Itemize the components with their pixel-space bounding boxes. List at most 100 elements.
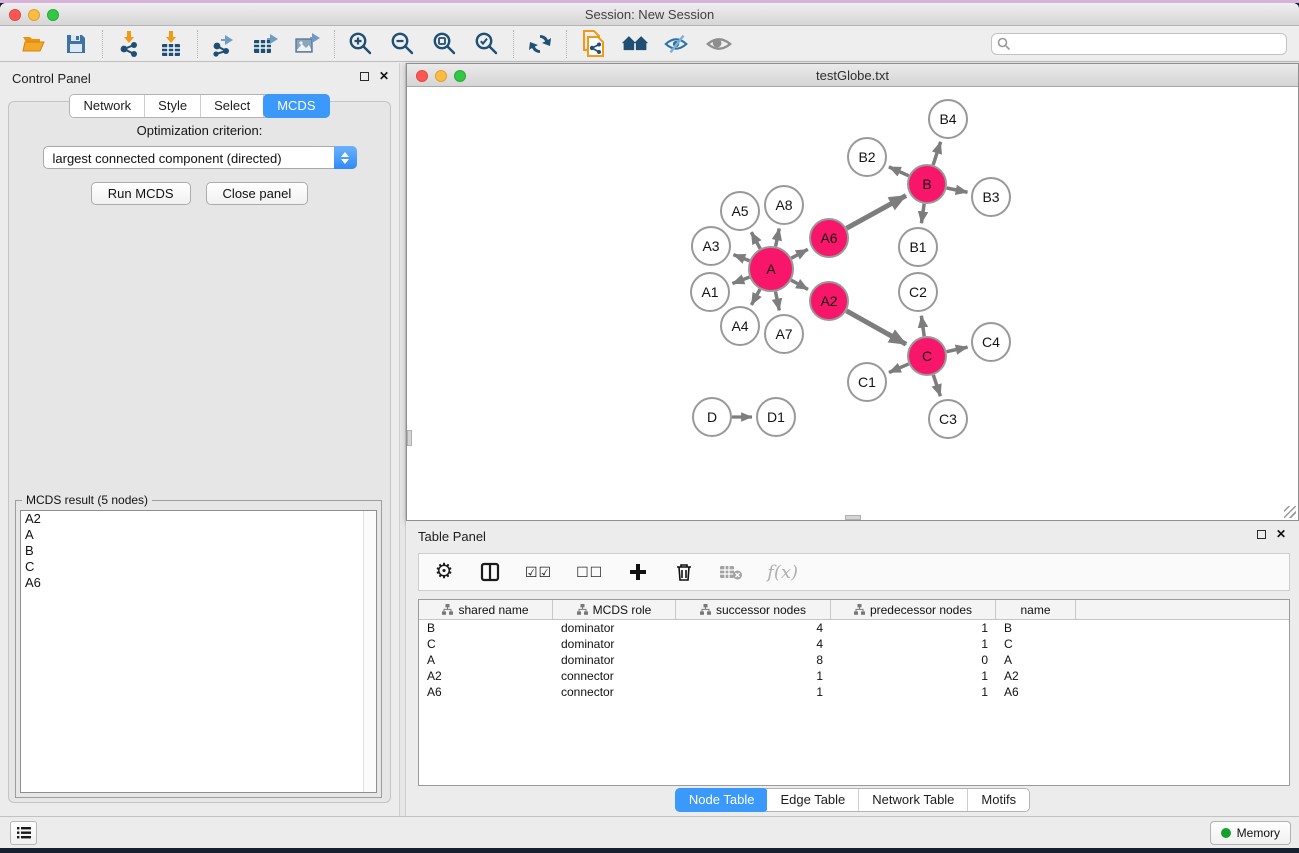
create-column-icon[interactable] — [627, 560, 649, 584]
table-row[interactable]: Cdominator41C — [419, 636, 1289, 652]
table-cell[interactable]: 1 — [831, 620, 996, 636]
graph-edge-A-A4[interactable] — [751, 289, 760, 305]
zoom-fit-icon[interactable] — [431, 30, 459, 58]
graph-edge-A-A6[interactable] — [791, 249, 808, 258]
refresh-icon[interactable] — [526, 30, 554, 58]
export-image-icon[interactable] — [294, 30, 322, 58]
mcds-result-item[interactable]: C — [21, 559, 376, 575]
table-cell[interactable]: C — [996, 636, 1076, 652]
tab-node-table[interactable]: Node Table — [675, 788, 769, 812]
table-row[interactable]: A6connector11A6 — [419, 684, 1289, 700]
table-cell[interactable]: B — [419, 620, 553, 636]
collapsed-splitter-handle-bottom[interactable] — [845, 515, 861, 520]
table-row[interactable]: A2connector11A2 — [419, 668, 1289, 684]
zoom-out-icon[interactable] — [389, 30, 417, 58]
tab-style[interactable]: Style — [145, 95, 201, 117]
delete-table-icon[interactable] — [719, 560, 743, 584]
table-cell[interactable]: connector — [553, 684, 676, 700]
optimization-criterion-dropdown[interactable]: largest connected component (directed) — [43, 146, 357, 169]
graph-edge-B-B4[interactable] — [933, 142, 940, 165]
close-table-panel-icon[interactable]: ✕ — [1276, 529, 1286, 539]
float-panel-icon[interactable] — [360, 72, 369, 81]
export-network-icon[interactable] — [210, 30, 238, 58]
search-input[interactable] — [991, 33, 1287, 55]
table-row[interactable]: Bdominator41B — [419, 620, 1289, 636]
graph-edge-A-A1[interactable] — [732, 277, 749, 283]
table-cell[interactable]: 8 — [676, 652, 831, 668]
column-settings-gear-icon[interactable]: ⚙ — [433, 560, 455, 584]
graph-edge-C-C4[interactable] — [947, 347, 968, 352]
table-cell[interactable]: dominator — [553, 652, 676, 668]
graph-edge-C-C2[interactable] — [921, 316, 924, 336]
float-table-panel-icon[interactable] — [1257, 530, 1266, 539]
network-canvas[interactable]: AA1A3A4A5A7A8A6A2BB1B2B3B4CC1C2C3C4DD1 — [407, 87, 1298, 520]
table-cell[interactable]: dominator — [553, 636, 676, 652]
import-network-icon[interactable] — [115, 30, 143, 58]
column-header-successor-nodes[interactable]: successor nodes — [676, 600, 831, 619]
mcds-result-list[interactable]: A2ABCA6 — [20, 510, 377, 793]
graph-edge-A-A3[interactable] — [733, 255, 749, 261]
close-panel-button[interactable]: Close panel — [206, 182, 309, 205]
tab-motifs[interactable]: Motifs — [968, 789, 1029, 811]
zoom-selected-icon[interactable] — [473, 30, 501, 58]
graph-edge-C-C1[interactable] — [889, 364, 909, 373]
hide-graphics-details-icon[interactable] — [663, 30, 691, 58]
table-cell[interactable]: A — [419, 652, 553, 668]
graph-edge-A6-B[interactable] — [847, 196, 906, 229]
mcds-result-item[interactable]: A — [21, 527, 376, 543]
collapsed-splitter-handle-left[interactable] — [407, 430, 412, 446]
table-cell[interactable]: A2 — [419, 668, 553, 684]
show-hide-panels-eye-icon[interactable] — [705, 30, 733, 58]
graph-edge-B-B1[interactable] — [921, 204, 924, 223]
column-header-MCDS-role[interactable]: MCDS role — [553, 600, 676, 619]
table-cell[interactable]: A6 — [996, 684, 1076, 700]
column-header-predecessor-nodes[interactable]: predecessor nodes — [831, 600, 996, 619]
table-cell[interactable]: B — [996, 620, 1076, 636]
task-history-button[interactable] — [10, 821, 37, 845]
tab-network[interactable]: Network — [70, 95, 145, 117]
column-header-name[interactable]: name — [996, 600, 1076, 619]
graph-edge-C-C3[interactable] — [933, 375, 940, 396]
function-builder-icon[interactable]: f(x) — [767, 562, 798, 583]
graph-edge-A-A2[interactable] — [791, 280, 808, 289]
graph-edge-B-B3[interactable] — [947, 188, 968, 192]
table-cell[interactable]: A2 — [996, 668, 1076, 684]
graph-edge-A-A5[interactable] — [751, 232, 760, 249]
tab-edge-table[interactable]: Edge Table — [767, 789, 859, 811]
unselect-all-columns-icon[interactable]: ☐☐ — [576, 560, 603, 584]
save-session-icon[interactable] — [62, 30, 90, 58]
table-cell[interactable]: A — [996, 652, 1076, 668]
mcds-result-item[interactable]: A2 — [21, 511, 376, 527]
graph-edge-B-B2[interactable] — [889, 167, 909, 176]
import-table-icon[interactable] — [157, 30, 185, 58]
table-cell[interactable]: A6 — [419, 684, 553, 700]
tab-select[interactable]: Select — [201, 95, 264, 117]
panel-split-icon[interactable] — [479, 560, 501, 584]
window-resize-grip[interactable] — [1284, 506, 1296, 518]
mcds-result-item[interactable]: B — [21, 543, 376, 559]
home-views-icon[interactable] — [621, 30, 649, 58]
open-session-icon[interactable] — [20, 30, 48, 58]
memory-button[interactable]: Memory — [1210, 821, 1291, 845]
table-cell[interactable]: connector — [553, 668, 676, 684]
graph-edge-A2-C[interactable] — [846, 311, 906, 344]
vertical-splitter[interactable] — [399, 63, 406, 816]
node-table[interactable]: shared nameMCDS rolesuccessor nodesprede… — [418, 599, 1290, 786]
table-cell[interactable]: 0 — [831, 652, 996, 668]
delete-columns-trash-icon[interactable] — [673, 560, 695, 584]
graph-edge-A-A7[interactable] — [776, 292, 780, 311]
table-cell[interactable]: 4 — [676, 620, 831, 636]
table-cell[interactable]: 1 — [676, 668, 831, 684]
select-all-columns-icon[interactable]: ☑☑ — [525, 560, 552, 584]
table-cell[interactable]: 4 — [676, 636, 831, 652]
result-list-scrollbar[interactable] — [363, 511, 376, 792]
table-cell[interactable]: 1 — [676, 684, 831, 700]
table-row[interactable]: Adominator80A — [419, 652, 1289, 668]
mcds-result-item[interactable]: A6 — [21, 575, 376, 591]
zoom-in-icon[interactable] — [347, 30, 375, 58]
graph-edge-A-A8[interactable] — [776, 229, 780, 247]
clone-network-icon[interactable] — [579, 30, 607, 58]
column-header-shared-name[interactable]: shared name — [419, 600, 553, 619]
close-panel-icon[interactable]: ✕ — [379, 71, 389, 81]
table-cell[interactable]: 1 — [831, 668, 996, 684]
